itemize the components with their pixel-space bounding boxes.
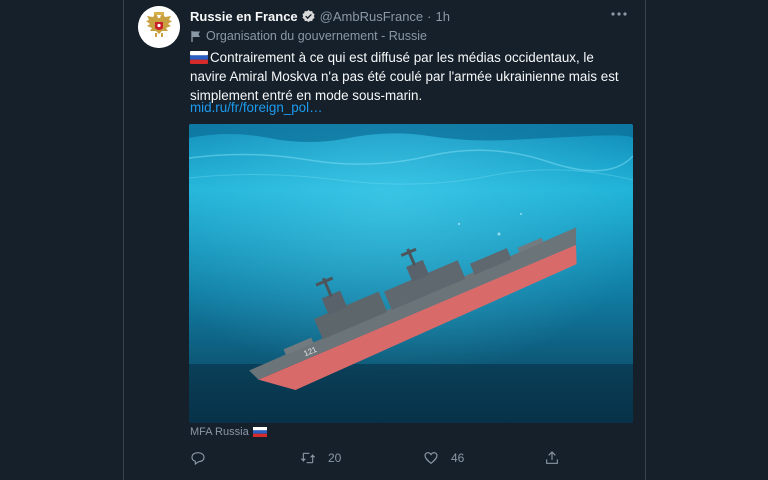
tweet-body: Contrairement à ce qui est diffusé par l… bbox=[190, 50, 619, 103]
share-icon bbox=[546, 451, 558, 464]
like-button[interactable]: 46 bbox=[423, 450, 464, 466]
tweet-card[interactable]: Russie en France @AmbRusFrance · 1h Orga… bbox=[123, 0, 646, 480]
russian-flag-icon bbox=[190, 51, 208, 64]
retweet-count: 20 bbox=[328, 451, 342, 465]
reply-icon bbox=[191, 452, 205, 466]
sunk-ship-image: 121 bbox=[189, 124, 633, 423]
tweet-link[interactable]: mid.ru/fr/foreign_pol… bbox=[190, 100, 322, 115]
separator: · bbox=[427, 8, 432, 24]
author-name[interactable]: Russie en France bbox=[190, 9, 298, 24]
retweet-icon bbox=[300, 452, 316, 464]
tweet-text: Contrairement à ce qui est diffusé par l… bbox=[190, 48, 630, 105]
share-button[interactable] bbox=[544, 450, 560, 466]
more-icon[interactable] bbox=[609, 6, 629, 22]
tweet-view: Russie en France @AmbRusFrance · 1h Orga… bbox=[0, 0, 768, 480]
avatar[interactable] bbox=[138, 6, 180, 48]
left-margin bbox=[0, 0, 123, 480]
account-label-text[interactable]: Organisation du gouvernement - Russie bbox=[206, 29, 427, 43]
author-handle[interactable]: @AmbRusFrance bbox=[320, 9, 424, 24]
timestamp[interactable]: 1h bbox=[436, 9, 450, 24]
right-margin bbox=[644, 0, 768, 480]
russian-coat-of-arms-icon bbox=[138, 6, 180, 48]
retweet-button[interactable]: 20 bbox=[300, 450, 341, 466]
tweet-header: Russie en France @AmbRusFrance · 1h bbox=[190, 7, 450, 25]
like-count: 46 bbox=[451, 451, 465, 465]
flag-icon bbox=[191, 30, 200, 42]
account-label: Organisation du gouvernement - Russie bbox=[190, 29, 427, 43]
tweet-actions: 20 46 bbox=[190, 450, 580, 468]
media-credit-text: MFA Russia bbox=[190, 426, 249, 438]
heart-icon bbox=[424, 452, 438, 465]
tweet-image[interactable]: 121 bbox=[189, 124, 633, 423]
russian-flag-icon bbox=[252, 427, 267, 437]
verified-badge-icon bbox=[302, 9, 315, 22]
media-credit: MFA Russia bbox=[190, 426, 267, 438]
reply-button[interactable] bbox=[190, 450, 218, 466]
